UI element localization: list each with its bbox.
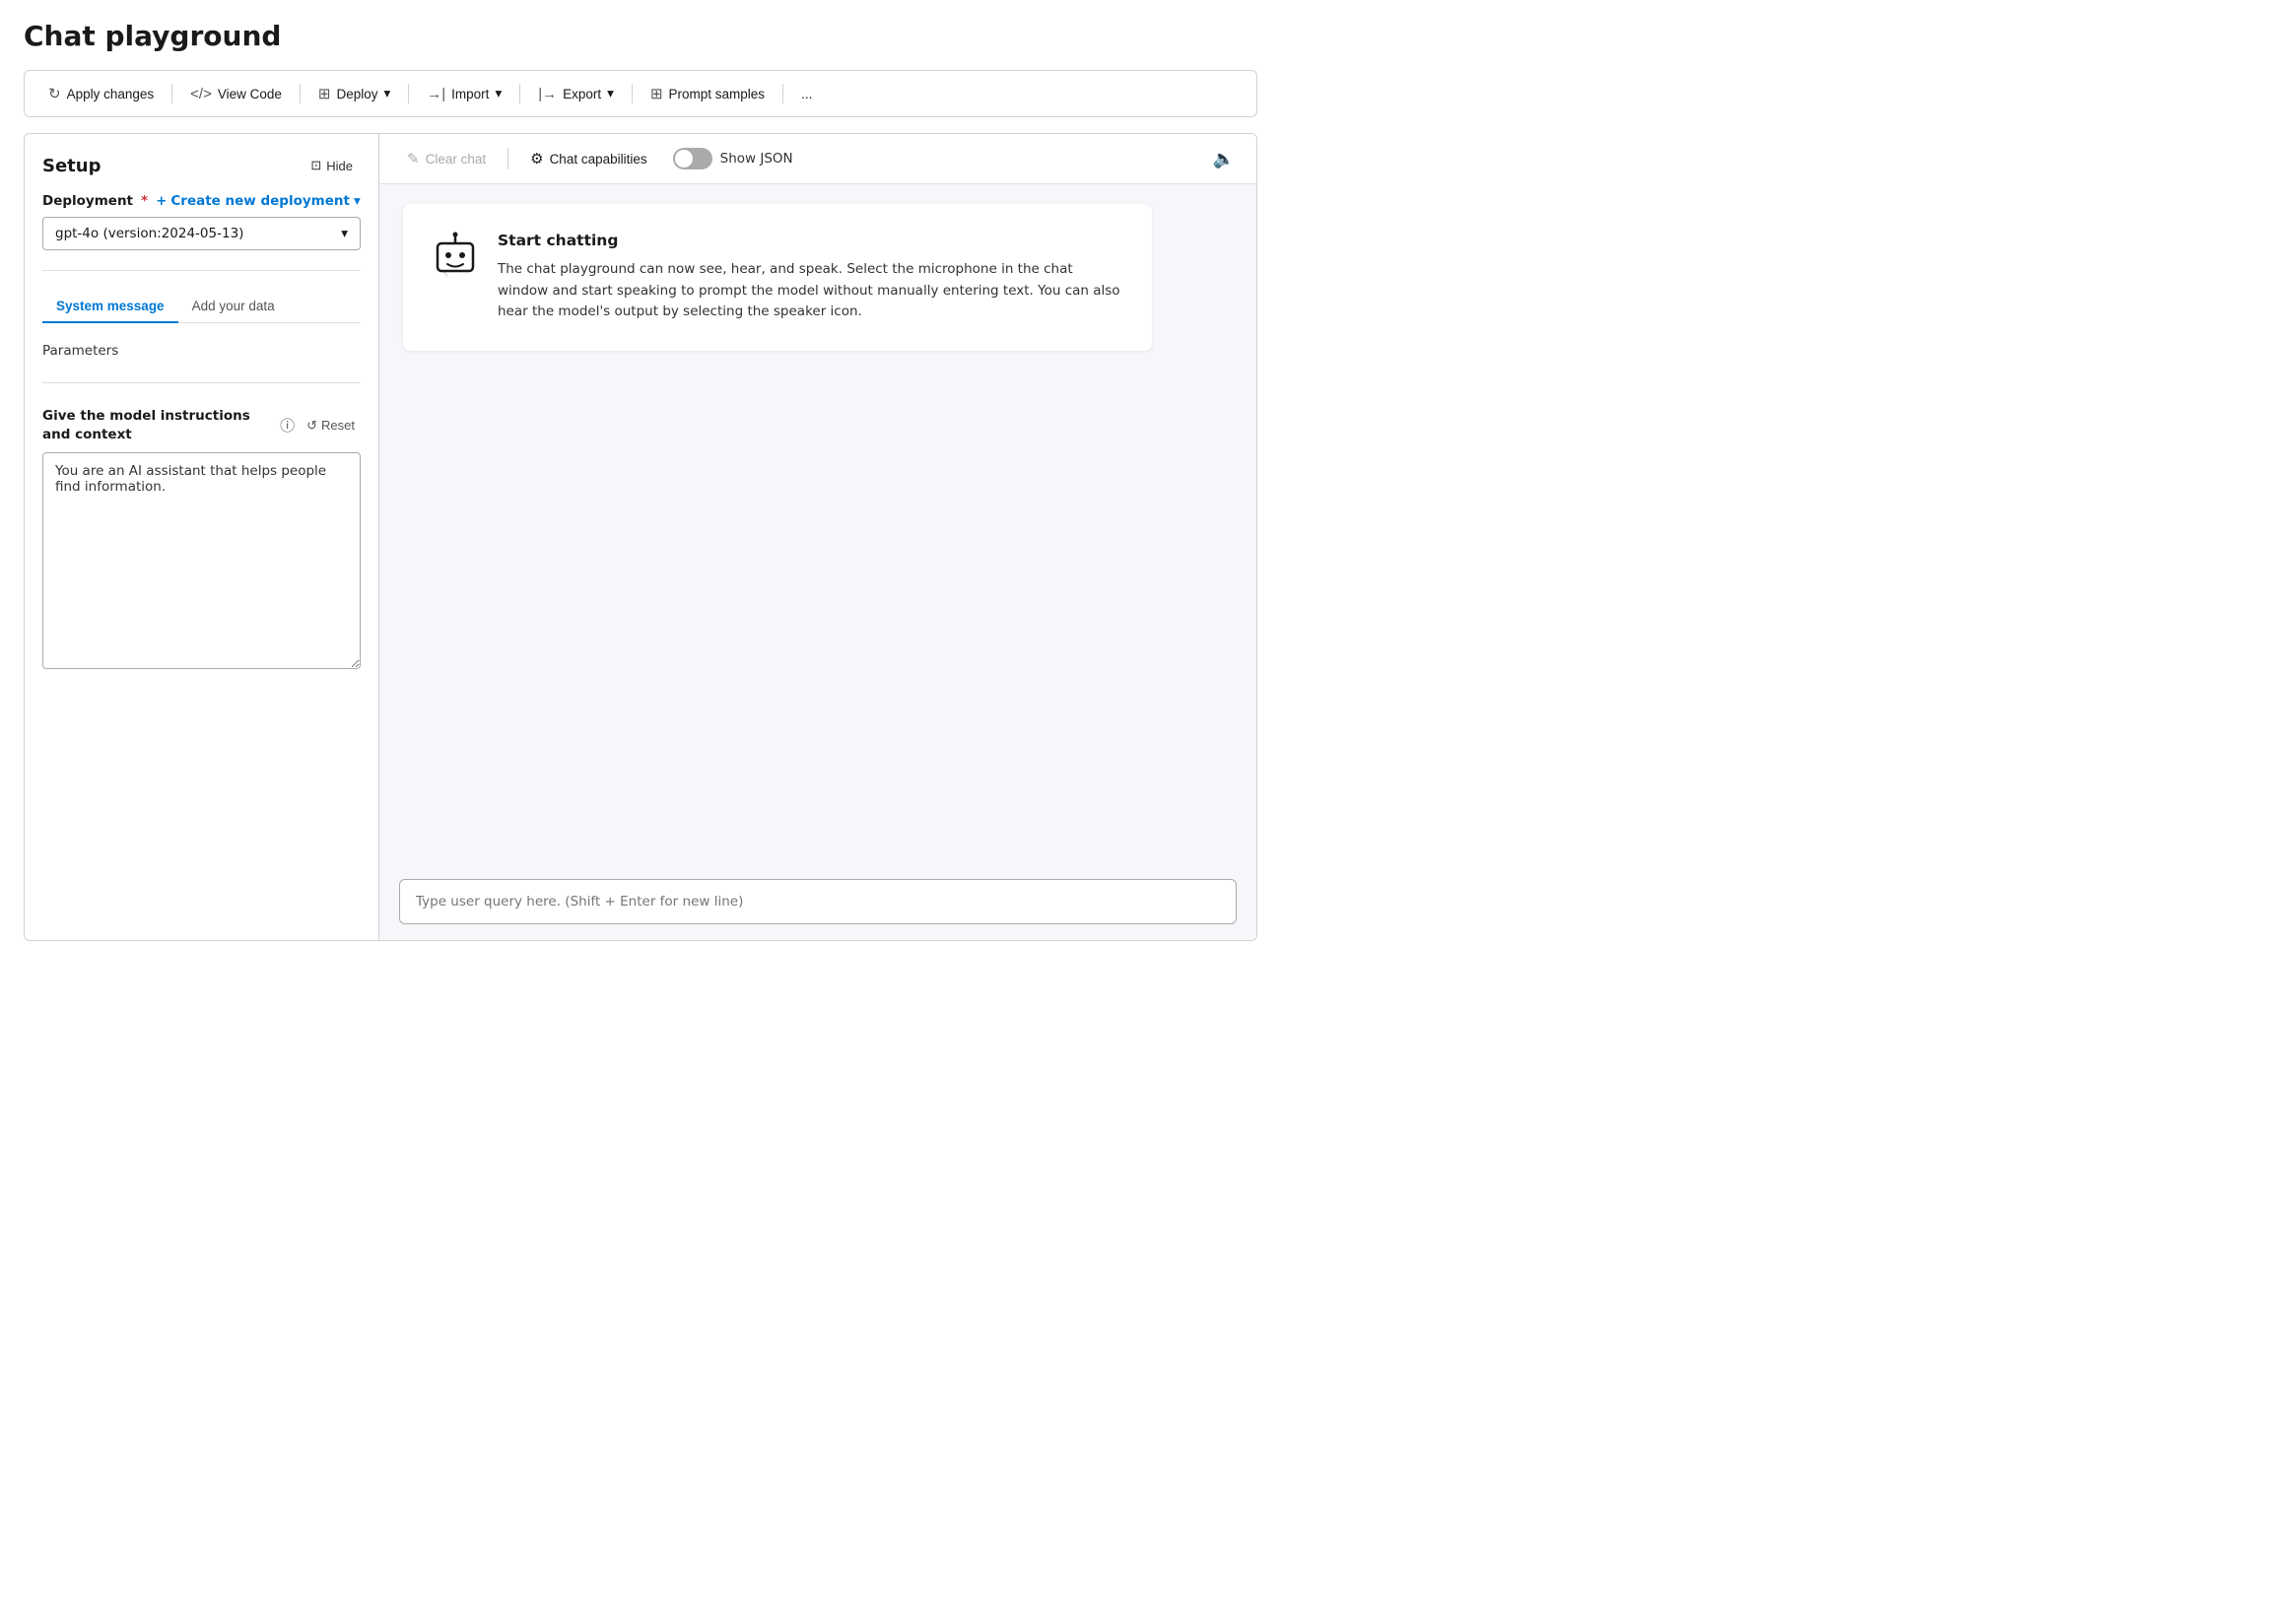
deployment-section: Deployment * + Create new deployment ▾ g…	[42, 193, 361, 250]
hide-icon: ⊡	[310, 158, 321, 173]
export-icon: |→	[538, 86, 557, 102]
clear-chat-label: Clear chat	[426, 152, 487, 167]
deploy-button[interactable]: ⊞ Deploy ▾	[308, 79, 400, 108]
tab-add-your-data[interactable]: Add your data	[178, 291, 289, 323]
deployment-select[interactable]: gpt-4o (version:2024-05-13) ▾	[42, 217, 361, 250]
create-deployment-link[interactable]: + Create new deployment ▾	[156, 193, 361, 209]
toolbar-separator-3	[408, 84, 409, 103]
view-code-icon: </>	[190, 86, 212, 102]
main-area: Setup ⊡ Hide Deployment * + Create new d…	[24, 133, 1257, 941]
gear-icon: ⚙	[530, 150, 543, 168]
import-button[interactable]: →| Import ▾	[417, 80, 511, 108]
apply-changes-button[interactable]: ↻ Apply changes	[38, 79, 164, 108]
setup-panel: Setup ⊡ Hide Deployment * + Create new d…	[25, 134, 379, 940]
instructions-header: Give the model instructions and context …	[42, 407, 361, 444]
chat-main: Start chatting The chat playground can n…	[379, 184, 1256, 867]
hide-button[interactable]: ⊡ Hide	[303, 154, 361, 177]
start-chatting-desc: The chat playground can now see, hear, a…	[498, 259, 1124, 323]
deploy-label: Deploy	[336, 87, 377, 101]
tab-add-your-data-label: Add your data	[192, 299, 275, 313]
deployment-label-text: Deployment	[42, 193, 133, 209]
instructions-section: Give the model instructions and context …	[42, 407, 361, 669]
toolbar-separator-6	[782, 84, 783, 103]
parameters-link[interactable]: Parameters	[42, 339, 361, 363]
prompt-samples-label: Prompt samples	[669, 87, 766, 101]
chat-input[interactable]	[416, 894, 1220, 910]
clear-chat-icon: ✎	[407, 150, 420, 168]
divider-2	[42, 382, 361, 383]
reset-icon: ↺	[306, 418, 317, 434]
start-chatting-card: Start chatting The chat playground can n…	[403, 204, 1152, 351]
chat-panel: ✎ Clear chat ⚙ Chat capabilities Show JS…	[379, 134, 1256, 940]
start-chatting-content: Start chatting The chat playground can n…	[498, 232, 1124, 323]
required-star: *	[141, 193, 148, 209]
apply-changes-icon: ↻	[48, 85, 61, 102]
chat-capabilities-button[interactable]: ⚙ Chat capabilities	[518, 144, 659, 173]
import-label: Import	[451, 87, 489, 101]
import-icon: →|	[427, 86, 445, 102]
robot-icon	[431, 232, 480, 283]
chat-capabilities-label: Chat capabilities	[550, 152, 647, 167]
chat-input-box	[399, 879, 1237, 924]
page-title: Chat playground	[24, 20, 1257, 52]
reset-label: Reset	[321, 418, 355, 433]
chat-input-area	[379, 867, 1256, 940]
instructions-label: Give the model instructions and context	[42, 407, 280, 444]
deployment-selected-value: gpt-4o (version:2024-05-13)	[55, 226, 243, 241]
chat-toolbar: ✎ Clear chat ⚙ Chat capabilities Show JS…	[379, 134, 1256, 184]
system-message-textarea[interactable]: You are an AI assistant that helps peopl…	[42, 452, 361, 669]
setup-title: Setup	[42, 156, 101, 176]
toggle-group: Show JSON	[673, 148, 793, 169]
view-code-button[interactable]: </> View Code	[180, 80, 292, 108]
reset-button[interactable]: ↺ Reset	[301, 415, 361, 437]
view-code-label: View Code	[218, 87, 282, 101]
more-options-label: ...	[801, 87, 812, 101]
create-deployment-chevron: ▾	[354, 193, 361, 209]
chat-toolbar-separator	[507, 148, 508, 169]
instructions-actions: ⓘ ↺ Reset	[280, 415, 361, 437]
toolbar-separator-5	[632, 84, 633, 103]
tab-system-message[interactable]: System message	[42, 291, 178, 323]
toolbar-separator-2	[300, 84, 301, 103]
start-chatting-title: Start chatting	[498, 232, 1124, 249]
plus-icon: +	[156, 193, 167, 209]
toolbar: ↻ Apply changes </> View Code ⊞ Deploy ▾…	[24, 70, 1257, 117]
tab-system-message-label: System message	[56, 299, 165, 313]
more-options-button[interactable]: ...	[791, 81, 822, 107]
show-json-label: Show JSON	[720, 151, 793, 167]
export-label: Export	[563, 87, 601, 101]
deploy-chevron-icon: ▾	[383, 86, 390, 101]
create-deployment-label: Create new deployment	[170, 193, 350, 209]
prompt-samples-icon: ⊞	[650, 85, 663, 102]
setup-header: Setup ⊡ Hide	[42, 154, 361, 177]
prompt-samples-button[interactable]: ⊞ Prompt samples	[641, 79, 775, 108]
deploy-icon: ⊞	[318, 85, 331, 102]
import-chevron-icon: ▾	[495, 86, 502, 101]
hide-label: Hide	[326, 159, 353, 173]
toolbar-separator-4	[519, 84, 520, 103]
clear-chat-button[interactable]: ✎ Clear chat	[395, 144, 498, 173]
info-icon[interactable]: ⓘ	[280, 415, 295, 436]
export-button[interactable]: |→ Export ▾	[528, 80, 624, 108]
deployment-select-chevron-icon: ▾	[341, 226, 348, 241]
toolbar-separator-1	[171, 84, 172, 103]
parameters-label: Parameters	[42, 343, 118, 359]
tabs: System message Add your data	[42, 291, 361, 323]
show-json-toggle[interactable]	[673, 148, 712, 169]
export-chevron-icon: ▾	[607, 86, 614, 101]
speaker-icon[interactable]: 🔈	[1207, 145, 1241, 173]
deployment-label-row: Deployment * + Create new deployment ▾	[42, 193, 361, 209]
divider-1	[42, 270, 361, 271]
apply-changes-label: Apply changes	[67, 87, 155, 101]
